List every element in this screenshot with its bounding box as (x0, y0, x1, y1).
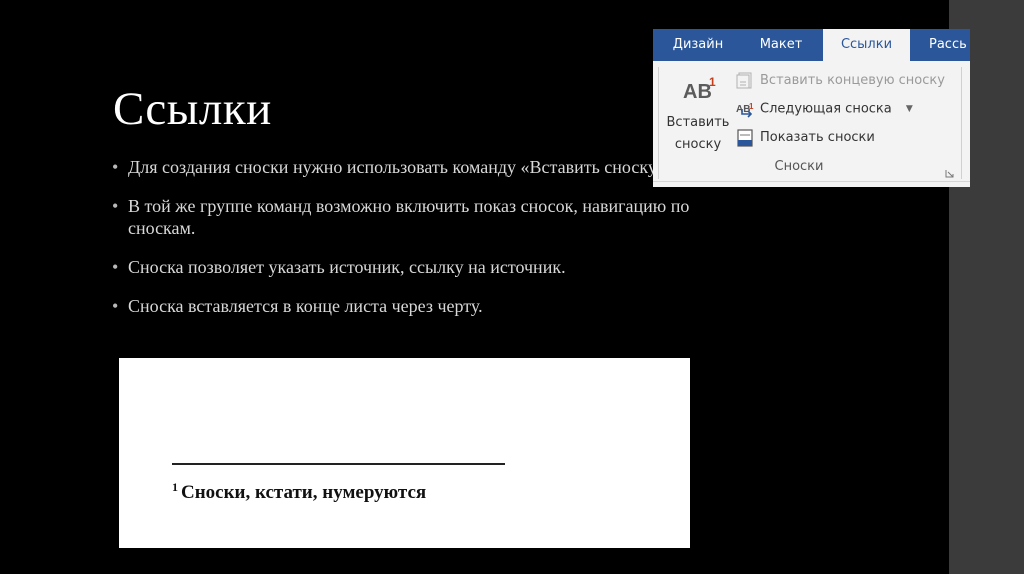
next-footnote-button[interactable]: AB 1 Следующая сноска ▼ (736, 98, 913, 120)
word-ribbon-screenshot: Дизайн Макет Ссылки Рассь AB 1 Вставить … (653, 29, 970, 187)
list-item: • Сноска вставляется в конце листа через … (112, 295, 692, 317)
insert-footnote-button[interactable]: AB 1 Вставить сноску (663, 73, 733, 157)
insert-endnote-label: Вставить концевую сноску (760, 73, 945, 88)
footnote-body: Сноски, кстати, нумеруются (181, 482, 427, 503)
footnote-number: 1 (172, 480, 178, 494)
bullet-icon: • (112, 257, 119, 277)
next-footnote-icon: AB 1 (736, 100, 756, 118)
ribbon-tab-bar: Дизайн Макет Ссылки Рассь (653, 29, 970, 63)
footnote-superscript: 1 (709, 75, 716, 89)
show-notes-button[interactable]: Показать сноски (736, 127, 875, 149)
chevron-down-icon[interactable]: ▼ (906, 98, 913, 120)
ribbon-separator (961, 67, 962, 179)
footnote-text: 1 Сноски, кстати, нумеруются (172, 480, 426, 504)
bullet-icon: • (112, 196, 119, 216)
insert-footnote-label-1: Вставить (666, 115, 730, 130)
next-footnote-label: Следующая сноска (760, 101, 892, 117)
bullet-text: Сноска вставляется в конце листа через ч… (128, 296, 483, 316)
list-item: • В той же группе команд возможно включит… (112, 195, 692, 239)
list-item: • Сноска позволяет указать источник, ссыл… (112, 256, 692, 278)
bullet-text: В той же группе команд возможно включить… (128, 196, 690, 238)
tab-mailings[interactable]: Рассь (915, 29, 970, 61)
tab-layout[interactable]: Макет (741, 29, 821, 61)
show-notes-label: Показать сноски (760, 130, 875, 145)
bullet-text: Для создания сноски нужно использовать к… (128, 157, 671, 177)
footnote-separator-line (172, 463, 505, 465)
dialog-launcher-icon[interactable] (945, 163, 954, 178)
tab-design[interactable]: Дизайн (657, 29, 739, 61)
show-notes-icon (736, 128, 756, 147)
bullet-text: Сноска позволяет указать источник, ссылк… (128, 257, 566, 277)
insert-footnote-label-2: сноску (674, 137, 722, 152)
tab-references[interactable]: Ссылки (823, 29, 910, 63)
insert-endnote-button[interactable]: Вставить концевую сноску (736, 70, 945, 92)
bullet-list: • Для создания сноски нужно использовать … (112, 156, 692, 334)
list-item: • Для создания сноски нужно использовать … (112, 156, 692, 178)
footnote-example-image: 1 Сноски, кстати, нумеруются (119, 358, 690, 548)
bullet-icon: • (112, 296, 119, 316)
endnote-icon (736, 72, 756, 90)
bullet-icon: • (112, 157, 119, 177)
footnotes-group-label: Сноски (774, 159, 824, 174)
insert-footnote-icon: AB (683, 81, 712, 103)
slide-title: Ссылки (113, 83, 272, 135)
ribbon-bottom-line (653, 181, 970, 182)
